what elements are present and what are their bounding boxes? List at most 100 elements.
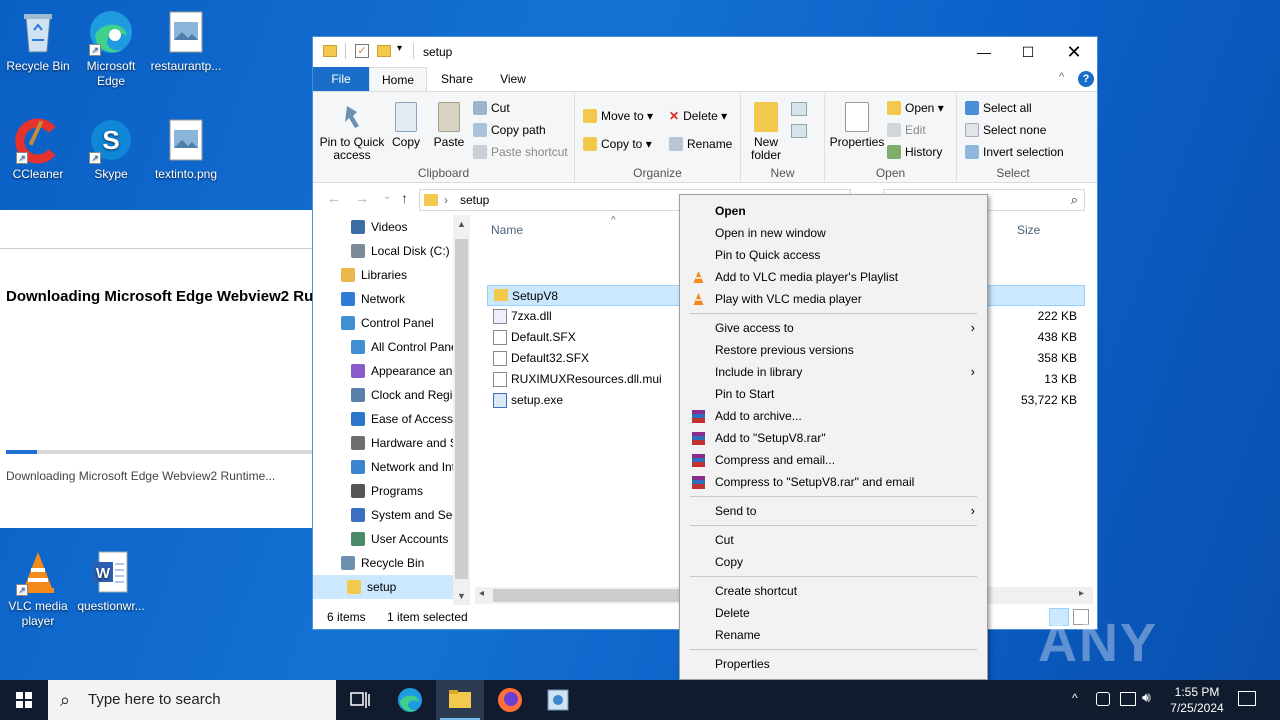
menu-item[interactable]: Compress to "SetupV8.rar" and email <box>680 471 987 493</box>
menu-item[interactable]: Restore previous versions <box>680 339 987 361</box>
nav-item[interactable]: User Accounts <box>351 527 453 551</box>
help-icon[interactable]: ? <box>1078 71 1094 87</box>
new-folder-quick-icon[interactable] <box>377 45 391 57</box>
menu-item[interactable]: Delete <box>680 602 987 624</box>
desktop-icon-restaurant[interactable]: restaurantp... <box>148 8 224 74</box>
tab-view[interactable]: View <box>487 67 539 91</box>
tab-share[interactable]: Share <box>431 67 483 91</box>
delete-button[interactable]: ✕ Delete ▾ <box>669 108 727 124</box>
nav-item[interactable]: Hardware and Sound <box>351 431 453 455</box>
chevron-up-icon[interactable]: ^ <box>1072 691 1078 705</box>
desktop-icon-ccleaner[interactable]: ↗ CCleaner <box>0 116 76 182</box>
scrollbar-thumb[interactable] <box>455 239 468 579</box>
new-item-icon[interactable] <box>791 102 807 116</box>
notifications-icon[interactable] <box>1238 691 1256 706</box>
menu-item[interactable]: Rename <box>680 624 987 646</box>
open-button[interactable]: Open ▾ <box>887 100 944 116</box>
scroll-down-icon[interactable]: ▼ <box>457 591 466 601</box>
menu-item[interactable]: Pin to Start <box>680 383 987 405</box>
move-to-button[interactable]: Move to ▾ <box>583 108 653 124</box>
menu-item[interactable]: Cut <box>680 529 987 551</box>
scroll-left-icon[interactable]: ◂ <box>479 588 484 599</box>
desktop-icon-textinto[interactable]: textinto.png <box>148 116 224 182</box>
taskbar-clock[interactable]: 1:55 PM 7/25/2024 <box>1160 684 1234 716</box>
nav-item[interactable]: Libraries <box>341 263 453 287</box>
desktop-icon-recycle-bin[interactable]: Recycle Bin <box>0 8 76 74</box>
menu-item[interactable]: Open in new window <box>680 222 987 244</box>
nav-item[interactable]: Videos <box>351 215 453 239</box>
copy-button[interactable]: Copy <box>389 102 423 149</box>
menu-item[interactable]: Create shortcut <box>680 580 987 602</box>
nav-item[interactable]: Ease of Access <box>351 407 453 431</box>
select-all-button[interactable]: Select all <box>965 100 1032 116</box>
back-icon[interactable]: ← <box>327 190 341 206</box>
nav-item[interactable]: All Control Panel Items <box>351 335 453 359</box>
monitor-icon[interactable] <box>1120 692 1136 706</box>
menu-item[interactable]: Properties <box>680 653 987 675</box>
nav-scrollbar[interactable]: ▲ ▼ <box>453 215 470 605</box>
menu-item[interactable]: Open <box>680 200 987 222</box>
nav-item[interactable]: System and Security <box>351 503 453 527</box>
nav-item[interactable]: Recycle Bin <box>341 551 453 575</box>
desktop-icon-vlc[interactable]: ↗ VLC media player <box>0 548 76 629</box>
nav-item[interactable]: Clock and Region <box>351 383 453 407</box>
nav-item[interactable]: Programs <box>351 479 453 503</box>
properties-button[interactable]: Properties <box>829 102 885 149</box>
edit-button[interactable]: Edit <box>887 122 926 138</box>
task-view-button[interactable] <box>336 680 384 720</box>
cut-button[interactable]: Cut <box>473 100 510 116</box>
select-none-button[interactable]: Select none <box>965 122 1046 138</box>
close-button[interactable]: ✕ <box>1051 37 1097 67</box>
menu-item[interactable]: Include in library › <box>680 361 987 383</box>
paste-shortcut-button[interactable]: Paste shortcut <box>473 144 568 160</box>
menu-item[interactable]: Compress and email... <box>680 449 987 471</box>
desktop-icon-edge[interactable]: ↗ Microsoft Edge <box>73 8 149 89</box>
menu-item[interactable]: Play with VLC media player <box>680 288 987 310</box>
new-folder-button[interactable]: New folder <box>745 102 787 162</box>
taskbar-search[interactable]: ⌕ Type here to search <box>48 680 336 720</box>
volume-icon[interactable]: 🔊︎ <box>1142 689 1151 706</box>
nav-item[interactable]: Local Disk (C:) <box>351 239 453 263</box>
copy-path-button[interactable]: Copy path <box>473 122 546 138</box>
scroll-up-icon[interactable]: ▲ <box>457 219 466 229</box>
menu-item[interactable]: Give access to › <box>680 317 987 339</box>
minimize-button[interactable]: — <box>961 37 1007 67</box>
column-header-size[interactable]: Size <box>1017 223 1040 237</box>
menu-item[interactable]: Send to › <box>680 500 987 522</box>
taskbar-file-explorer[interactable] <box>436 680 484 720</box>
menu-item[interactable]: Pin to Quick access <box>680 244 987 266</box>
properties-quick-icon[interactable]: ✓ <box>355 44 369 58</box>
nav-item[interactable]: Appearance and Personalization <box>351 359 453 383</box>
column-header-name[interactable]: Name <box>491 223 523 237</box>
collapse-ribbon-icon[interactable]: ^ <box>1059 71 1064 83</box>
pin-quick-access-button[interactable]: Pin to Quick access <box>317 102 387 162</box>
menu-item[interactable]: Add to VLC media player's Playlist <box>680 266 987 288</box>
tab-home[interactable]: Home <box>369 67 427 91</box>
menu-item[interactable]: Add to archive... <box>680 405 987 427</box>
easy-access-icon[interactable] <box>791 124 807 138</box>
nav-item[interactable]: Network and Internet <box>351 455 453 479</box>
invert-selection-button[interactable]: Invert selection <box>965 144 1064 160</box>
breadcrumb-setup[interactable]: setup <box>460 193 489 207</box>
history-button[interactable]: History <box>887 144 942 160</box>
scroll-right-icon[interactable]: ▸ <box>1079 588 1084 599</box>
rename-button[interactable]: Rename <box>669 136 732 152</box>
nav-item[interactable]: Control Panel <box>341 311 453 335</box>
recent-locations-icon[interactable]: ⌄ <box>383 191 391 202</box>
taskbar-app[interactable] <box>534 680 582 720</box>
chevron-down-icon[interactable]: ▾ <box>397 43 402 54</box>
copy-to-button[interactable]: Copy to ▾ <box>583 136 652 152</box>
paste-button[interactable]: Paste <box>431 102 467 149</box>
nav-item[interactable]: Network <box>341 287 453 311</box>
taskbar-firefox[interactable] <box>486 680 534 720</box>
tab-file[interactable]: File <box>313 67 369 91</box>
forward-icon[interactable]: → <box>355 190 369 206</box>
menu-item[interactable]: Copy <box>680 551 987 573</box>
up-arrow-icon[interactable]: ↑ <box>401 190 408 206</box>
start-button[interactable] <box>0 680 48 720</box>
taskbar-edge[interactable] <box>386 680 434 720</box>
desktop-icon-questionwr[interactable]: W questionwr... <box>73 548 149 614</box>
maximize-button[interactable]: ☐ <box>1005 37 1051 67</box>
menu-item[interactable]: Add to "SetupV8.rar" <box>680 427 987 449</box>
desktop-icon-skype[interactable]: S ↗ Skype <box>73 116 149 182</box>
